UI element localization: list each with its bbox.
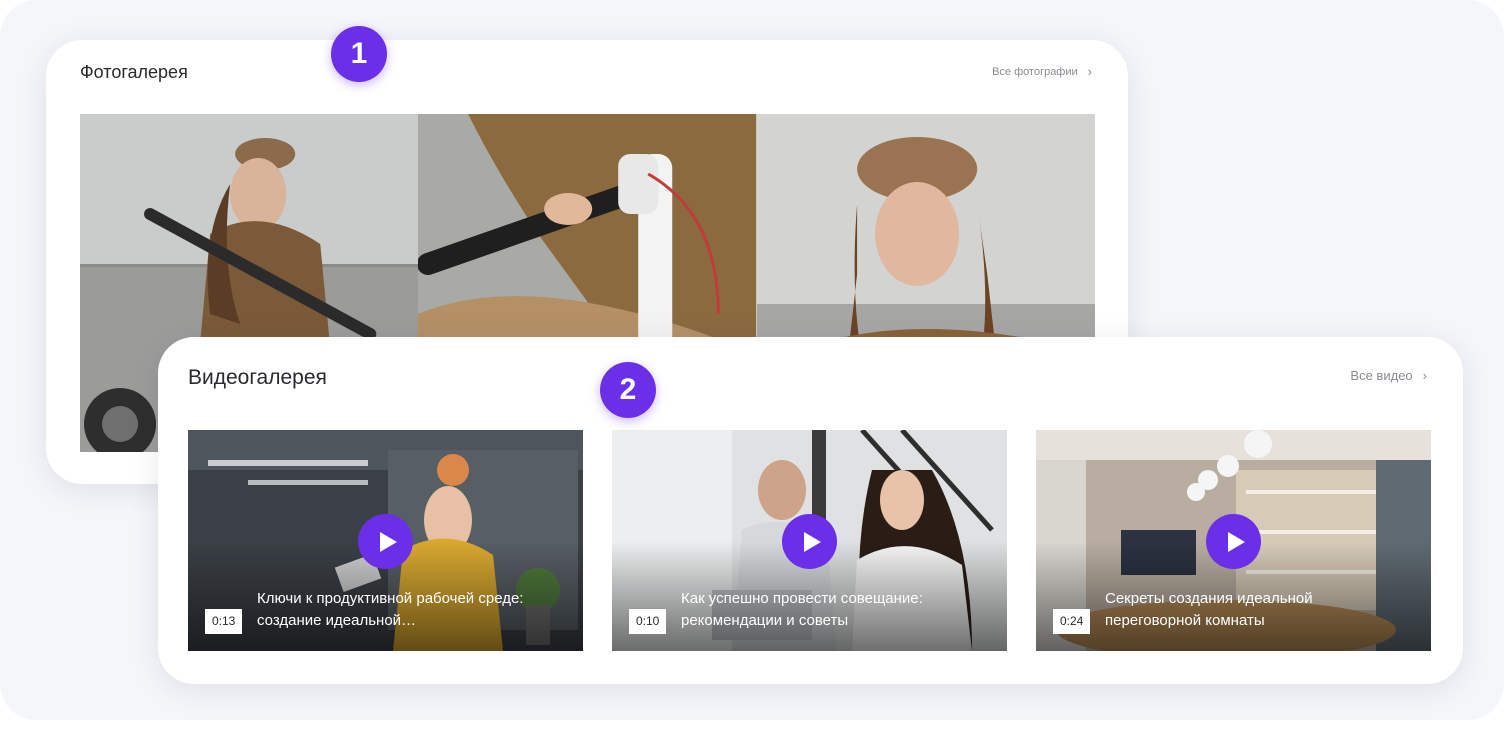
all-photos-link[interactable]: Все фотографии › [992,64,1092,79]
play-button-icon[interactable] [782,514,837,569]
photo-gallery-title: Фотогалерея [80,62,188,82]
video-grid: 0:13 Ключи к продуктивной рабочей среде:… [188,430,1431,651]
video-title: Секреты создания идеальной переговорной … [1105,590,1313,629]
video-gallery-card: Видеогалерея Все видео › 0:13 Ключи к пр… [158,337,1463,684]
chevron-right-icon: › [1087,64,1092,79]
video-title: Ключи к продуктивной рабочей среде: созд… [257,590,524,629]
all-videos-link[interactable]: Все видео › [1350,368,1427,383]
video-duration: 0:10 [629,609,667,634]
all-photos-label: Все фотографии [992,65,1078,78]
video-card[interactable]: 0:24 Секреты создания идеальной перегово… [1036,430,1431,651]
video-duration: 0:13 [205,609,243,634]
all-videos-label: Все видео [1350,368,1413,383]
play-button-icon[interactable] [358,514,413,569]
chevron-right-icon: › [1422,368,1427,383]
video-title: Как успешно провести совещание: рекоменд… [681,590,923,629]
step-badge-1: 1 [331,26,387,82]
step-badge-2: 2 [600,362,656,418]
video-duration: 0:24 [1053,609,1091,634]
video-gallery-title: Видеогалерея [188,366,327,389]
video-card[interactable]: 0:10 Как успешно провести совещание: рек… [612,430,1007,651]
video-card[interactable]: 0:13 Ключи к продуктивной рабочей среде:… [188,430,583,651]
play-button-icon[interactable] [1206,514,1261,569]
